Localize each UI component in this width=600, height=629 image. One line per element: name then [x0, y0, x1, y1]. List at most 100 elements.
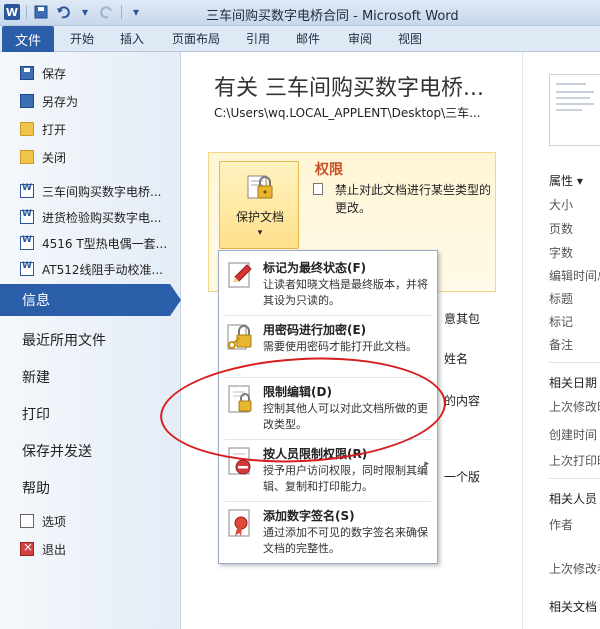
document-thumbnail[interactable] [549, 74, 600, 146]
nav-print[interactable]: 打印 [22, 404, 50, 424]
nav-new[interactable]: 新建 [22, 367, 50, 387]
property-created: 创建时间 [549, 428, 598, 442]
submenu-arrow-icon: ▸ [424, 459, 429, 469]
tab-home[interactable]: 开始 [70, 30, 94, 47]
property-pages: 页数 [549, 222, 574, 236]
document-path: C:\Users\wq.LOCAL_APPLENT\Desktop\三车... [214, 106, 481, 120]
property-title: 标题 [549, 292, 574, 306]
menu-item-description: 控制其他人可以对此文档所做的更改类型。 [263, 402, 428, 431]
nav-options-label: 选项 [42, 514, 67, 529]
protect-document-menu: 标记为最终状态(F) 让读者知晓文档是最终版本，并将其设为只读的。 用密码进行加… [218, 250, 438, 564]
nav-save[interactable]: 保存 [0, 62, 181, 84]
property-last-modified: 上次修改时间 [549, 400, 600, 414]
recent-doc-label: AT512线阻手动校准... [42, 262, 163, 277]
tab-references[interactable]: 引用 [246, 30, 270, 47]
exit-icon [20, 540, 34, 556]
nav-save-as-label: 另存为 [42, 94, 79, 109]
recent-doc-item[interactable]: 三车间购买数字电桥... [0, 180, 181, 202]
nav-save-label: 保存 [42, 66, 67, 81]
nav-exit[interactable]: 退出 [0, 538, 181, 560]
quick-access-toolbar: W ▾ ▾ [4, 4, 144, 20]
thumbnail-line [556, 109, 582, 111]
menu-item-description: 授予用户访问权限，同时限制其编辑、复制和打印能力。 [263, 464, 428, 493]
nav-open[interactable]: 打开 [0, 118, 181, 140]
word-logo-icon[interactable]: W [4, 4, 20, 20]
permissions-heading: 权限 [315, 162, 343, 178]
save-icon[interactable] [33, 4, 49, 20]
property-comments: 备注 [549, 338, 574, 352]
nav-info[interactable]: 信息 [0, 284, 170, 316]
property-last-modified-by: 上次修改者 [549, 562, 600, 576]
nav-exit-label: 退出 [42, 542, 67, 557]
menu-item-title: 标记为最终状态(F) [263, 261, 367, 275]
thumbnail-line [556, 91, 594, 93]
recent-doc-item[interactable]: 进货检验购买数字电... [0, 206, 181, 228]
menu-item-description: 让读者知晓文档是最终版本，并将其设为只读的。 [263, 278, 428, 307]
protect-document-label: 保护文档 [235, 210, 284, 224]
menu-item-title: 限制编辑(D) [263, 385, 332, 399]
obscured-text: 姓名 [444, 352, 469, 366]
nav-help[interactable]: 帮助 [22, 478, 50, 498]
save-icon [20, 66, 34, 80]
mark-final-icon [228, 262, 252, 288]
undo-icon[interactable] [55, 4, 71, 20]
word-document-icon [20, 209, 34, 224]
lock-key-icon [227, 324, 252, 350]
obscured-text: 一个版 [444, 470, 481, 484]
nav-close-label: 关闭 [42, 150, 67, 165]
menu-encrypt-with-password[interactable]: 用密码进行加密(E) 需要使用密码才能打开此文档。 [219, 315, 437, 377]
menu-item-title: 用密码进行加密(E) [263, 323, 367, 337]
property-size: 大小 [549, 198, 574, 212]
related-documents-header: 相关文档 [549, 600, 598, 614]
restrict-people-icon [228, 447, 251, 475]
ribbon-tabs: 文件 开始 插入 页面布局 引用 邮件 审阅 视图 [0, 26, 600, 52]
property-tags: 标记 [549, 315, 574, 329]
properties-header[interactable]: 属性 ▾ [549, 172, 583, 189]
nav-save-as[interactable]: 另存为 [0, 90, 181, 112]
menu-mark-as-final[interactable]: 标记为最终状态(F) 让读者知晓文档是最终版本，并将其设为只读的。 [219, 253, 437, 315]
word-document-icon [20, 261, 34, 276]
save-as-icon [20, 94, 34, 108]
properties-pane: 属性 ▾ 大小 页数 字数 编辑时间总计 标题 标记 备注 相关日期 上次修改时… [522, 52, 600, 629]
protect-document-icon [247, 175, 273, 199]
nav-options[interactable]: 选项 [0, 510, 181, 532]
document-bullet-icon [313, 183, 323, 195]
tab-file[interactable]: 文件 [2, 26, 54, 52]
recent-doc-item[interactable]: 4516 T型热电偶一套... [0, 232, 181, 254]
thumbnail-line [556, 103, 594, 105]
nav-recent-files[interactable]: 最近所用文件 [22, 330, 106, 350]
restrict-editing-icon [228, 385, 252, 413]
customize-qat-icon[interactable]: ▾ [128, 4, 144, 20]
window-title: 三车间购买数字电桥合同 - Microsoft Word [206, 9, 459, 24]
property-words: 字数 [549, 246, 574, 260]
section-divider [549, 362, 600, 363]
options-icon [20, 514, 34, 528]
nav-save-and-send[interactable]: 保存并发送 [22, 441, 92, 461]
menu-item-description: 通过添加不可见的数字签名来确保文档的完整性。 [263, 526, 428, 555]
menu-add-digital-signature[interactable]: 添加数字签名(S) 通过添加不可见的数字签名来确保文档的完整性。 [219, 501, 437, 563]
related-people-header: 相关人员 [549, 492, 598, 506]
thumbnail-line [556, 97, 590, 99]
page-title: 有关 三车间购买数字电桥... [214, 76, 484, 101]
menu-restrict-permission-by-people[interactable]: 按人员限制权限(R) 授予用户访问权限，同时限制其编辑、复制和打印能力。 ▸ [219, 439, 437, 501]
tab-insert[interactable]: 插入 [120, 30, 144, 47]
tab-review[interactable]: 审阅 [348, 30, 372, 47]
property-editing-time: 编辑时间总计 [549, 269, 600, 283]
protect-document-button[interactable]: 保护文档 ▾ [219, 161, 299, 249]
recent-doc-label: 进货检验购买数字电... [42, 210, 162, 225]
close-folder-icon [20, 150, 34, 164]
tab-page-layout[interactable]: 页面布局 [172, 30, 220, 47]
menu-restrict-editing[interactable]: 限制编辑(D) 控制其他人可以对此文档所做的更改类型。 [219, 377, 437, 439]
menu-item-description: 需要使用密码才能打开此文档。 [263, 340, 417, 353]
recent-doc-label: 三车间购买数字电桥... [42, 184, 162, 199]
tab-view[interactable]: 视图 [398, 30, 422, 47]
qat-separator [26, 5, 27, 19]
redo-icon[interactable] [99, 4, 115, 20]
undo-dropdown-icon[interactable]: ▾ [77, 4, 93, 20]
tab-mailings[interactable]: 邮件 [296, 30, 320, 47]
recent-doc-item[interactable]: AT512线阻手动校准... [0, 258, 181, 280]
nav-close[interactable]: 关闭 [0, 146, 181, 168]
nav-open-label: 打开 [42, 122, 67, 137]
recent-doc-label: 4516 T型热电偶一套... [42, 236, 168, 251]
permissions-description: 禁止对此文档进行某些类型的更改。 [335, 183, 492, 215]
